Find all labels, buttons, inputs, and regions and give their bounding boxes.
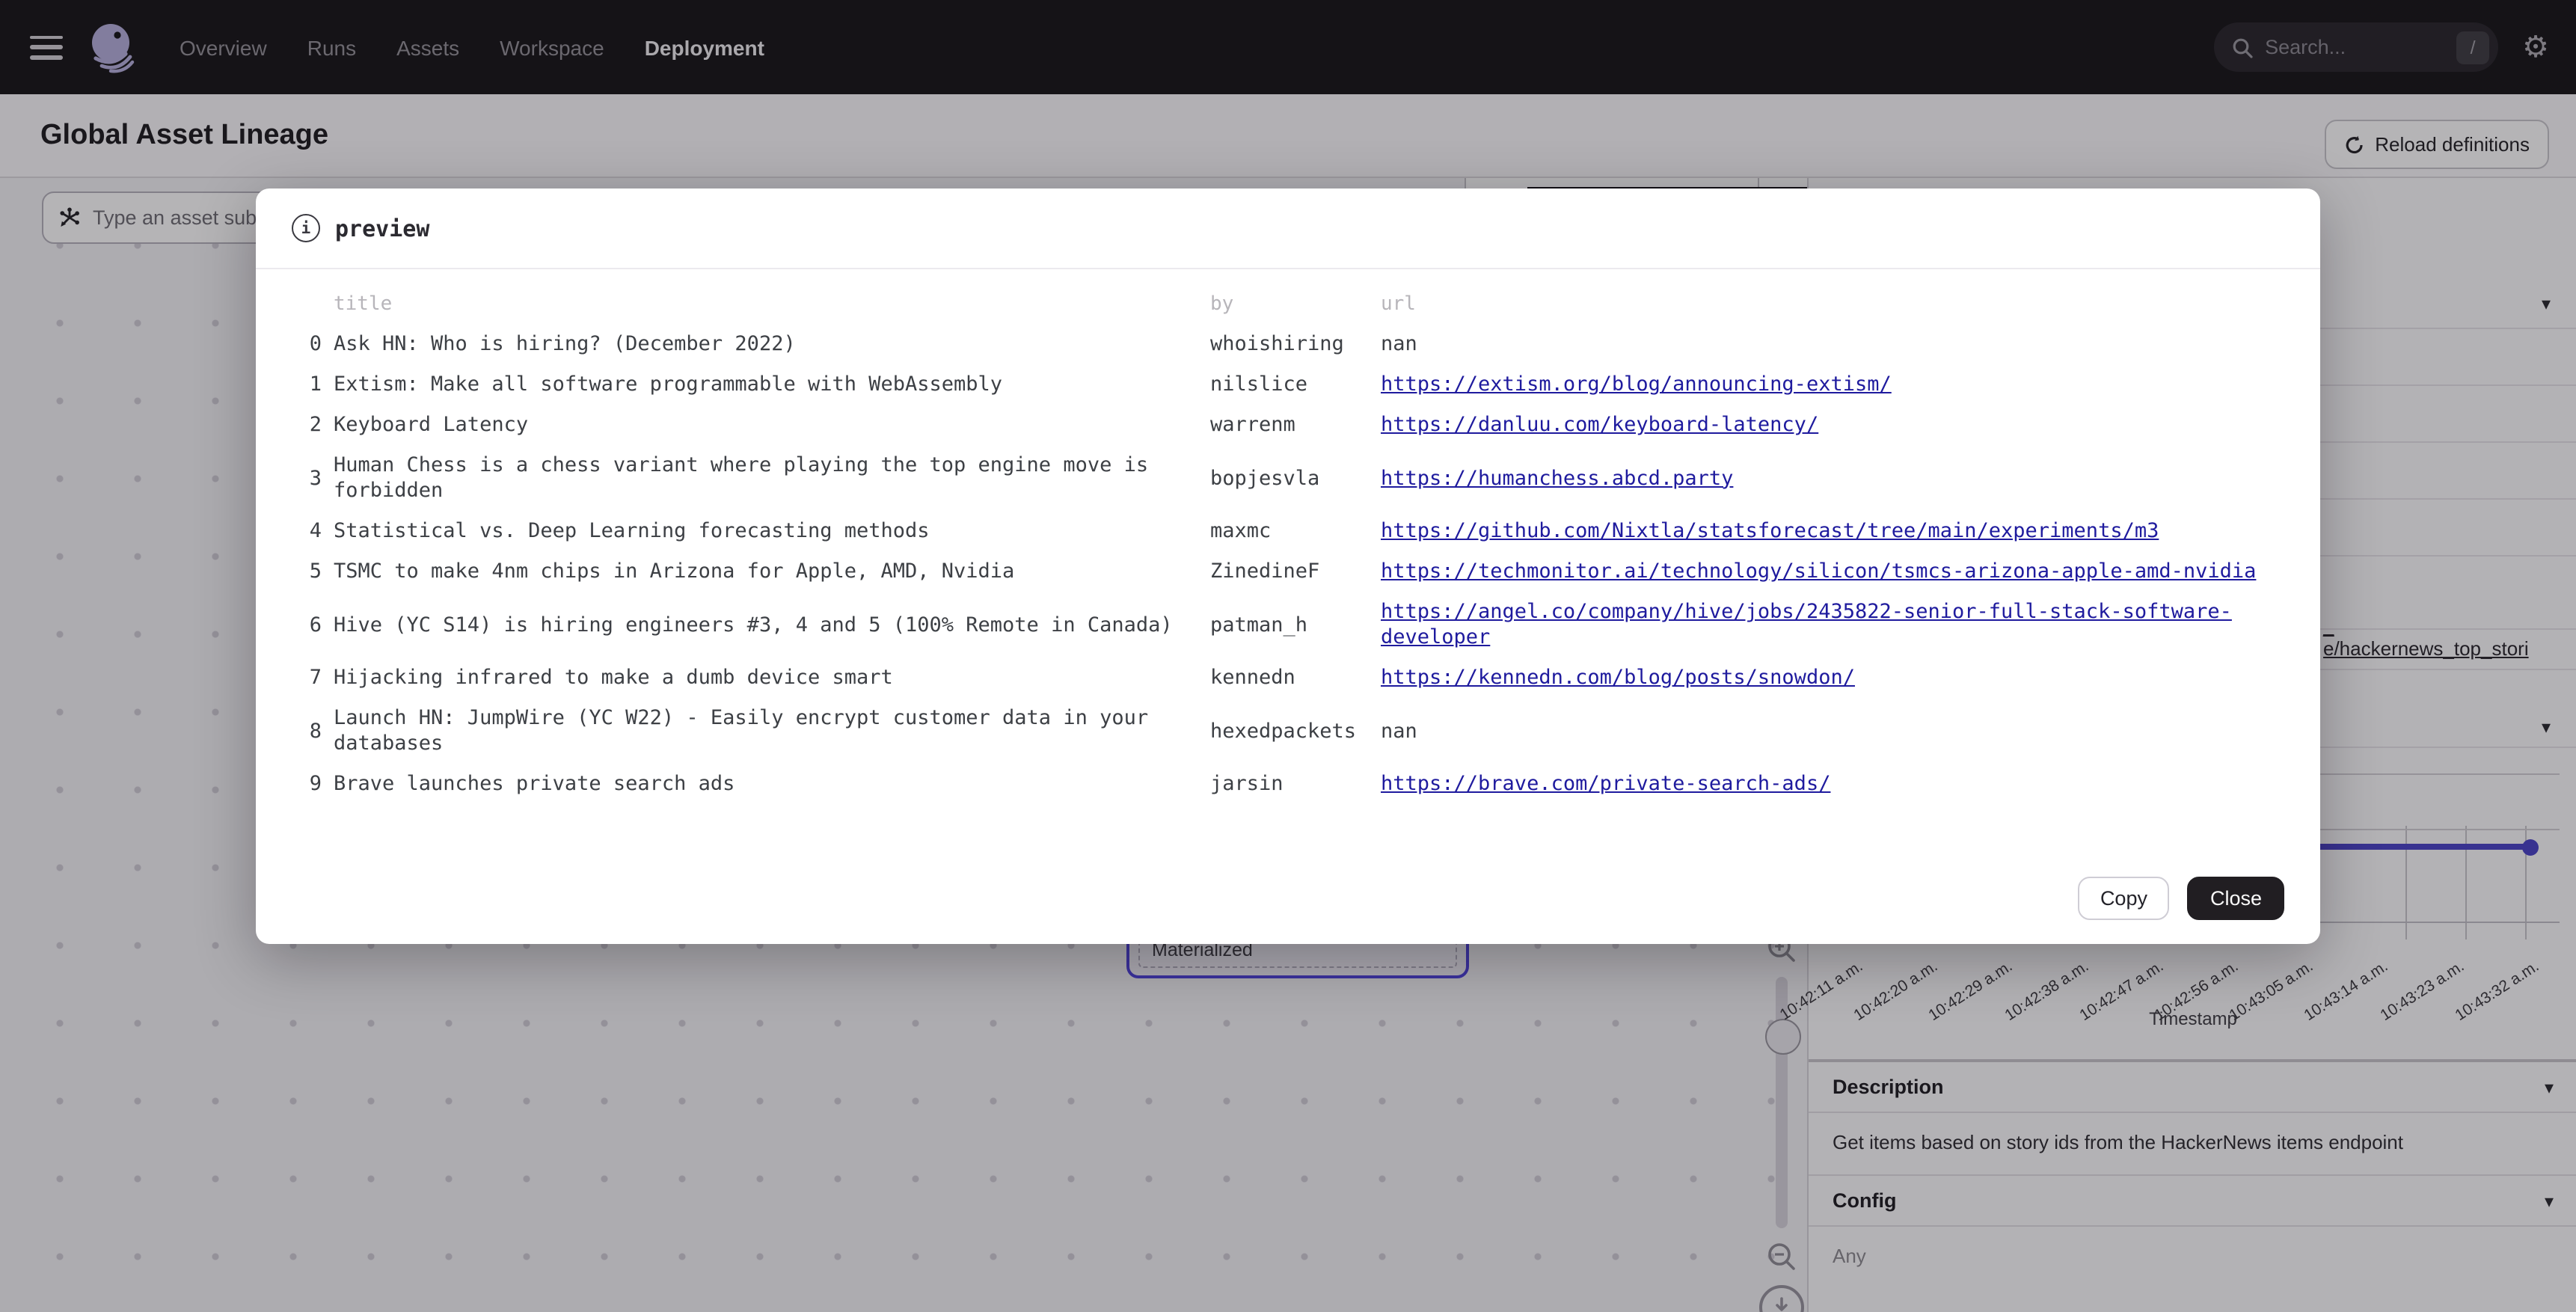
cell-title: Hive (YC S14) is hiring engineers #3, 4 … <box>334 592 1210 658</box>
cell-by: jarsin <box>1210 764 1381 805</box>
table-row: 9Brave launches private search adsjarsin… <box>301 764 2275 805</box>
table-row: 1Extism: Make all software programmable … <box>301 365 2275 405</box>
url-link[interactable]: https://github.com/Nixtla/statsforecast/… <box>1381 519 2159 543</box>
table-row: 2Keyboard Latencywarrenmhttps://danluu.c… <box>301 405 2275 446</box>
row-index: 2 <box>301 405 334 446</box>
cell-title: Extism: Make all software programmable w… <box>334 365 1210 405</box>
cell-url: https://angel.co/company/hive/jobs/24358… <box>1381 592 2275 658</box>
url-link[interactable]: https://techmonitor.ai/technology/silico… <box>1381 560 2256 583</box>
cell-title: TSMC to make 4nm chips in Arizona for Ap… <box>334 552 1210 592</box>
cell-title: Keyboard Latency <box>334 405 1210 446</box>
row-index: 7 <box>301 658 334 699</box>
cell-title: Human Chess is a chess variant where pla… <box>334 446 1210 512</box>
cell-url: https://techmonitor.ai/technology/silico… <box>1381 552 2275 592</box>
table-row: 8Launch HN: JumpWire (YC W22) - Easily e… <box>301 699 2275 764</box>
dialog-body: title by url 0Ask HN: Who is hiring? (De… <box>256 269 2320 851</box>
cell-title: Hijacking infrared to make a dumb device… <box>334 658 1210 699</box>
table-row: 6Hive (YC S14) is hiring engineers #3, 4… <box>301 592 2275 658</box>
url-link[interactable]: https://kennedn.com/blog/posts/snowdon/ <box>1381 666 1855 690</box>
table-header-row: title by url <box>301 290 2275 325</box>
app-screen: Overview Runs Assets Workspace Deploymen… <box>0 0 2576 1312</box>
cell-url: https://brave.com/private-search-ads/ <box>1381 764 2275 805</box>
cell-by: whoishiring <box>1210 325 1381 365</box>
cell-by: ZinedineF <box>1210 552 1381 592</box>
cell-title: Statistical vs. Deep Learning forecastin… <box>334 512 1210 552</box>
preview-table: title by url 0Ask HN: Who is hiring? (De… <box>301 290 2275 805</box>
cell-url: https://github.com/Nixtla/statsforecast/… <box>1381 512 2275 552</box>
row-index: 9 <box>301 764 334 805</box>
table-row: 4Statistical vs. Deep Learning forecasti… <box>301 512 2275 552</box>
table-row: 0Ask HN: Who is hiring? (December 2022)w… <box>301 325 2275 365</box>
cell-url: https://kennedn.com/blog/posts/snowdon/ <box>1381 658 2275 699</box>
cell-url: https://extism.org/blog/announcing-extis… <box>1381 365 2275 405</box>
url-link[interactable]: https://danluu.com/keyboard-latency/ <box>1381 413 1818 437</box>
table-row: 3Human Chess is a chess variant where pl… <box>301 446 2275 512</box>
cell-title: Ask HN: Who is hiring? (December 2022) <box>334 325 1210 365</box>
dialog-header: i preview <box>256 188 2320 269</box>
cell-by: nilslice <box>1210 365 1381 405</box>
close-button[interactable]: Close <box>2188 876 2284 919</box>
preview-dialog: i preview title by url 0Ask HN: Who is h… <box>256 188 2320 944</box>
row-index: 8 <box>301 699 334 764</box>
row-index: 3 <box>301 446 334 512</box>
copy-button[interactable]: Copy <box>2078 876 2170 919</box>
cell-title: Brave launches private search ads <box>334 764 1210 805</box>
column-header-url: url <box>1381 290 2275 325</box>
cell-url: nan <box>1381 325 2275 365</box>
cell-by: warrenm <box>1210 405 1381 446</box>
row-index: 4 <box>301 512 334 552</box>
cell-by: patman_h <box>1210 592 1381 658</box>
url-link[interactable]: https://extism.org/blog/announcing-extis… <box>1381 373 1892 396</box>
cell-by: maxmc <box>1210 512 1381 552</box>
cell-by: bopjesvla <box>1210 446 1381 512</box>
info-icon: i <box>292 214 320 242</box>
cell-url: https://humanchess.abcd.party <box>1381 446 2275 512</box>
table-row: 5TSMC to make 4nm chips in Arizona for A… <box>301 552 2275 592</box>
url-link[interactable]: https://brave.com/private-search-ads/ <box>1381 772 1830 796</box>
url-link[interactable]: https://angel.co/company/hive/jobs/24358… <box>1381 600 2232 649</box>
cell-title: Launch HN: JumpWire (YC W22) - Easily en… <box>334 699 1210 764</box>
url-link[interactable]: https://humanchess.abcd.party <box>1381 466 1733 490</box>
column-header-title: title <box>334 290 1210 325</box>
cell-by: hexedpackets <box>1210 699 1381 764</box>
row-index: 5 <box>301 552 334 592</box>
table-row: 7Hijacking infrared to make a dumb devic… <box>301 658 2275 699</box>
column-header-by: by <box>1210 290 1381 325</box>
cell-url: https://danluu.com/keyboard-latency/ <box>1381 405 2275 446</box>
dialog-title: preview <box>335 215 429 242</box>
cell-url: nan <box>1381 699 2275 764</box>
row-index: 1 <box>301 365 334 405</box>
cell-by: kennedn <box>1210 658 1381 699</box>
preview-table-body: 0Ask HN: Who is hiring? (December 2022)w… <box>301 325 2275 805</box>
row-index: 6 <box>301 592 334 658</box>
row-index: 0 <box>301 325 334 365</box>
dialog-footer: Copy Close <box>256 851 2320 944</box>
